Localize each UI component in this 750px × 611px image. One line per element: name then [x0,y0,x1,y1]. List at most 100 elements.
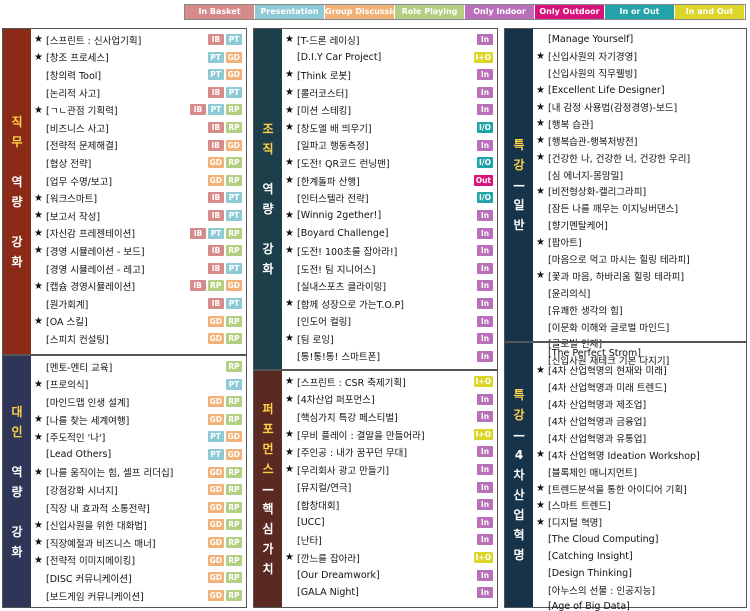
list-item: [난타] In [285,531,497,549]
tag-group: In [477,516,493,528]
side-char: 업 [513,508,525,522]
star-icon: ★ [285,552,294,564]
star-icon: ★ [536,516,545,528]
item-title: [주인공 : 내가 꿈꾸던 무대] [297,448,408,460]
item-title: [주도적인 '나'] [46,433,106,445]
tag-group: In [477,34,493,45]
tag-group: IB GD [207,139,242,151]
type-badge: In [477,280,493,292]
tag-group: I/O [477,192,493,204]
item-title: [4차 산업혁명과 금융업] [548,417,647,428]
type-badge: RP [226,121,242,133]
list-item: [뮤지컬/연극] In [285,479,497,497]
item-title: [미션 스테킹] [297,106,352,118]
item-title: [한계돌파 산행] [297,176,360,188]
tag-group: In [477,569,493,581]
type-badge: IB [207,139,224,151]
list-item: ★ [도전! 100초를 잡아라!] In [285,242,497,260]
type-badge: PT [226,192,242,204]
item-title: [트렌드분석을 통한 아이디어 기획] [548,484,687,496]
list-item: [마인드맵 인생 설계] GD RP [34,393,246,411]
tag-group: In [477,227,493,239]
star-icon: ★ [536,449,545,461]
list-item: [블록체인 매니지먼트] [536,463,746,480]
side-char: 퍼 [262,402,274,416]
list-item: ★ [Boyard Challenge] In [285,225,497,243]
type-badge: GD [207,554,224,566]
item-title: [건강한 나, 건강한 너, 건강한 우리] [548,153,691,165]
list-item: ★ [주인공 : 내가 꿈꾸던 무대] In [285,443,497,461]
list-item: [보드게임 커뮤니케이션] GD RP [34,587,246,605]
tag-group: Out [473,174,493,186]
list-item: [4차 산업혁명과 유통업] [536,429,746,446]
item-title: [4차 산업혁명과 유통업] [548,433,647,445]
side-char [266,159,270,179]
list-item: [Age of Big Data] [536,598,746,611]
item-title: [The Perfect Strom] [548,347,641,359]
side-char [15,502,19,522]
type-badge: PT [226,34,242,45]
item-title: [캡슘 경영시뮬레이션] [46,282,136,294]
legend: In BasketPresentationGroup DiscussionRol… [184,4,746,20]
list-item: [마음으로 먹고 마시는 힐링 테라피] [536,251,746,268]
type-badge: GD [207,484,224,496]
type-badge: In [477,245,493,257]
tag-group: GD RP [207,589,242,601]
list-item: ★ [프로의식] PT [34,376,246,394]
type-badge: GD [207,501,224,513]
section-side-label: 퍼 포 먼 스 — 핵 심 가 치 [254,371,282,607]
list-item: ★ [Winnig 2gether!] In [285,207,497,225]
legend-item: Only Outdoor [535,5,605,19]
list-item: ★ [창조 프로세스] PT GD [34,49,246,67]
item-title: [경영 시뮬레이션 - 레고] [46,264,145,276]
program-list: [멘토-멘티 교육] RP ★ [프로의식] PT [마인드맵 인생 설계] GD RP ★ [나… [31,356,246,607]
type-badge: GD [225,431,242,443]
type-badge: RP [226,315,242,327]
list-item: ★ [행복 습관] [536,115,746,132]
star-icon: ★ [34,280,43,292]
side-char: 특 [513,388,525,402]
list-item: [경영 시뮬레이션 - 레고] IB PT [34,260,246,278]
list-item: [신입사원의 직무웰빙] [536,65,746,82]
tag-group: IB PT [208,86,242,98]
side-char: 량 [11,484,23,499]
type-badge: In [477,34,493,45]
side-char: 인 [11,424,23,439]
list-item: [The Perfect Strom] [536,345,746,362]
star-icon: ★ [536,118,545,130]
item-title: [DISC 커뮤니케이션] [46,573,132,585]
section-lecture-general: 특 강 — 일 반 [Manage Yourself] ★ [신입사원의 자기경영] [신입사… [505,29,746,367]
section-side-label: 조직 역량 강화 [254,29,282,369]
type-badge: RP [226,157,242,169]
item-title: [Excellent Life Designer] [548,84,665,96]
type-badge: RP [226,396,242,408]
star-icon: ★ [34,414,43,426]
item-title: [ㄱㄴ관점 기획력] [46,106,118,118]
side-char: 화 [262,262,274,276]
item-title: [전략적 문제해결] [46,141,118,153]
item-title: [팀 로잉] [297,334,334,346]
tag-group: In [477,333,493,345]
list-item: [도전! 팀 지니어스] In [285,260,497,278]
item-title: [행복습관-행복처방전] [548,136,638,148]
tag-group: In [477,86,493,98]
star-icon: ★ [34,554,43,566]
list-item: ★ [깐느를 잡아라] I+O [285,549,497,567]
type-badge: In [477,297,493,309]
type-badge: GD [225,51,242,63]
tag-group: I+O [473,428,493,440]
item-title: [함께 성장으로 가는T.O.P] [297,299,404,311]
tag-group: In [477,139,493,151]
item-title: [강점강화 시너지] [46,485,118,497]
item-title: [블록체인 매니지먼트] [548,467,638,479]
star-icon: ★ [285,376,294,388]
list-item: ★ [OA 스킬] GD RP [34,313,246,331]
list-item: [일파고 행동측정] In [285,137,497,155]
type-badge: GD [225,139,242,151]
type-badge: PT [226,86,242,98]
section-side-label: 특 강 — 일 반 [505,29,533,341]
item-title: [우리회사 광고 만들기] [297,465,390,477]
list-item: ★ [미션 스테킹] In [285,101,497,119]
side-char: 4 [514,448,524,462]
tag-group: GD RP [207,315,242,327]
